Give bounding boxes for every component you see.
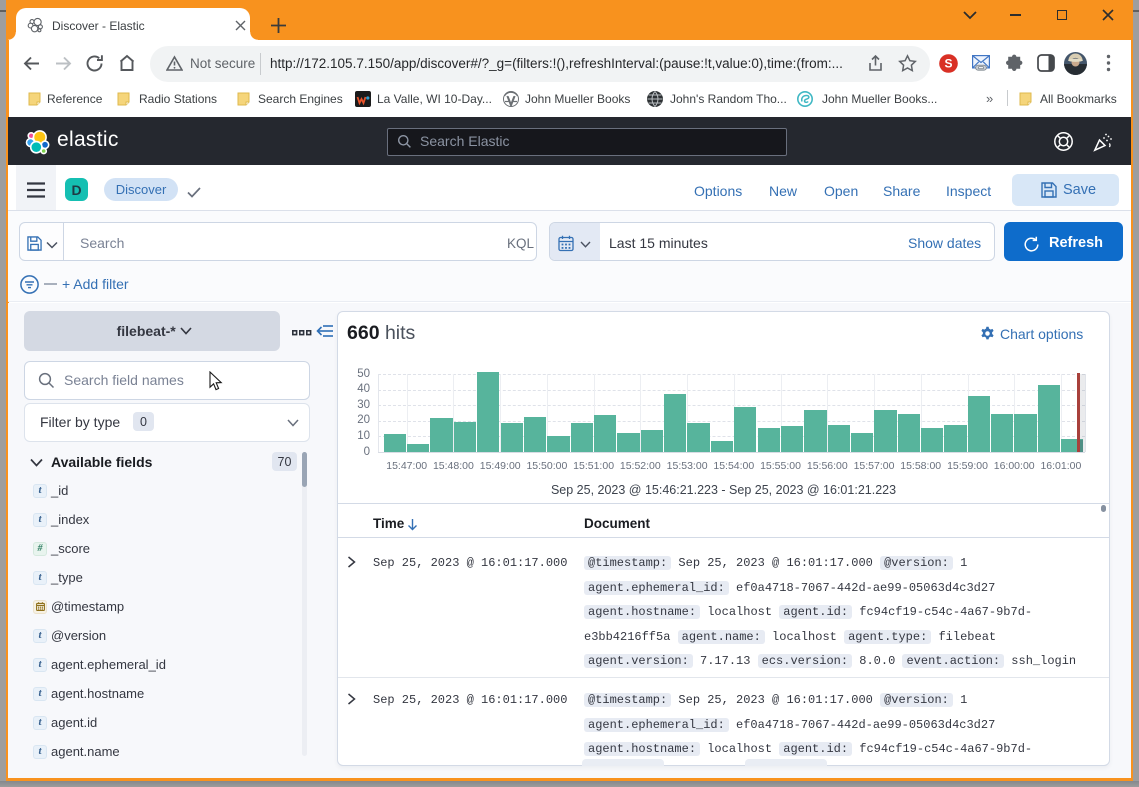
svg-text:S: S <box>944 57 952 71</box>
